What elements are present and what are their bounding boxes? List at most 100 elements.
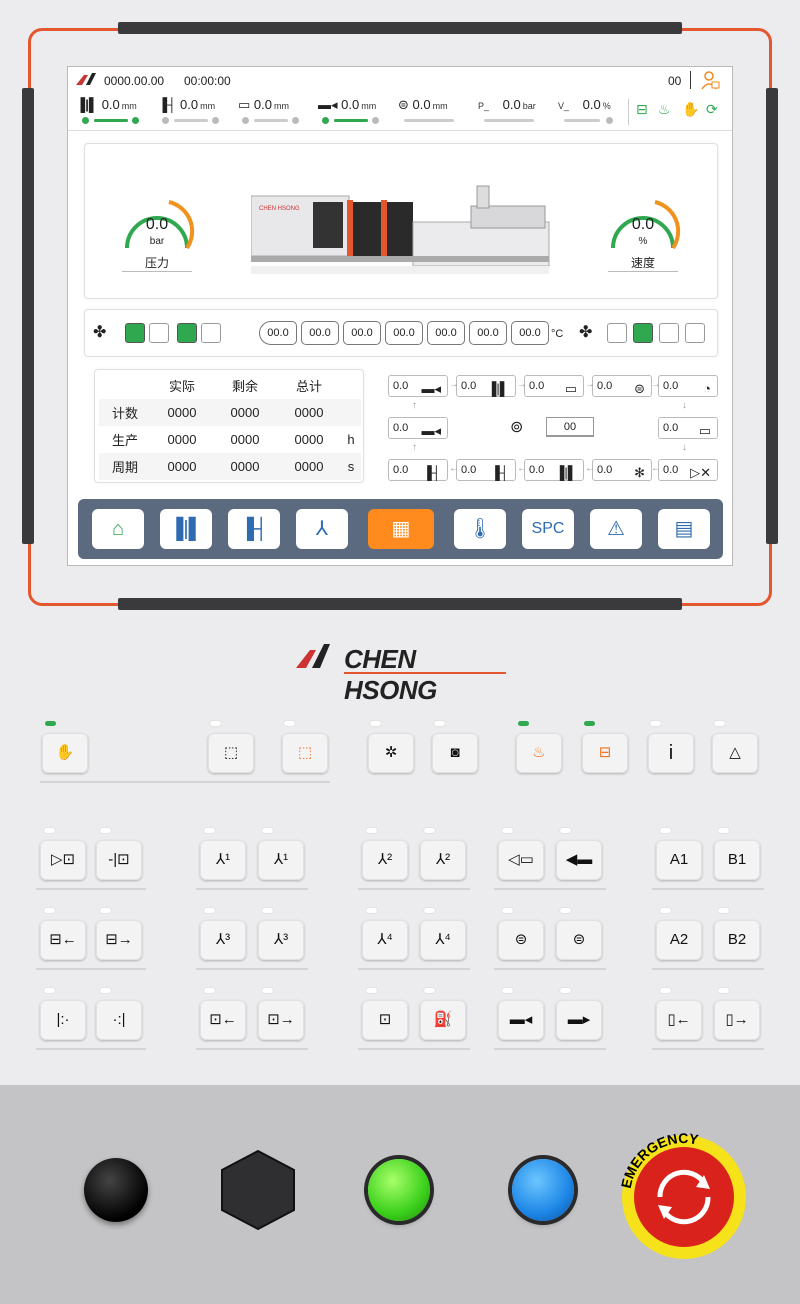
b1-key[interactable]: B1 [714,840,760,880]
ejector-fwd-key[interactable]: ⊡→ [258,1000,304,1040]
heater-zone-6[interactable]: 00.0 [511,321,549,345]
heater-status-icon: ♨ [658,101,671,117]
safety-door-close-key[interactable]: ▯← [656,1000,702,1040]
param-divider [628,99,629,125]
emergency-stop-button[interactable]: EMERGENCY [612,1133,762,1263]
heater-zone-nozzle[interactable]: 00.0 [259,321,297,345]
injection-icon: ◀▬ [565,851,593,868]
heater-led [518,721,529,726]
key-led [502,908,513,913]
core1-in-key[interactable]: ⅄¹ [200,840,246,880]
semi-auto-key[interactable]: ⬚ [208,733,254,773]
mold-close-icon: ▐|▌ [487,381,509,396]
core3-out-key[interactable]: ⅄³ [258,920,304,960]
arrow-down-icon: ↓ [682,400,687,411]
mold-open-key[interactable]: -|⊡ [96,840,142,880]
heater-toggle-2[interactable] [149,323,169,343]
heater-zone-3[interactable]: 00.0 [385,321,423,345]
core-pull-icon: ⅄² [435,851,451,868]
user-login-icon[interactable] [700,69,720,91]
nav-menu-button[interactable]: ▦ [368,509,434,549]
heater-toggle-1[interactable] [125,323,145,343]
suck-back-key[interactable]: ◁▭ [498,840,544,880]
heater-unit: °C [551,328,564,340]
cycle-step-injection: 0.0 ▬◂ [388,375,448,397]
nav-temperature-button[interactable]: 🌡 [454,509,506,549]
manual-mode-key[interactable]: ✋ [42,733,88,773]
nav-mold-button[interactable]: ▐|▌ [160,509,212,549]
core-pull-icon: ⅄¹ [215,851,231,868]
b2-key[interactable]: B2 [714,920,760,960]
injection-icon: ▬◂ [421,423,441,438]
core4-out-key[interactable]: ⅄⁴ [420,920,466,960]
mold-progress-bar [94,119,128,122]
pump-key[interactable]: ⊟ [582,733,628,773]
lubrication-key[interactable]: ⛽ [420,1000,466,1040]
mold-close-key[interactable]: ▷⊡ [40,840,86,880]
arrow-left-icon: ← [517,463,527,474]
purge-key[interactable]: ⊜ [556,920,602,960]
core-pull-icon: ⅄¹ [273,851,289,868]
heater-toggle-3[interactable] [177,323,197,343]
nav-core-pull-button[interactable]: ⅄ [296,509,348,549]
suck-back-icon: ◁▭ [508,851,534,868]
heater-zone-2[interactable]: 00.0 [343,321,381,345]
info-key[interactable]: i [648,733,694,773]
air-blow-2-key[interactable]: ·:| [96,1000,142,1040]
injection-key[interactable]: ◀▬ [556,840,602,880]
heater-toggle-6[interactable] [633,323,653,343]
key-led [366,988,377,993]
heater-zone-5[interactable]: 00.0 [469,321,507,345]
motor-icon: ✲ [384,744,398,761]
safety-door-open-key[interactable]: ▯→ [714,1000,760,1040]
nav-spc-button[interactable]: SPC [522,509,574,549]
air-blow-1-key[interactable]: |:· [40,1000,86,1040]
nozzle-fwd-key[interactable]: ▬◂ [498,1000,544,1040]
injection-fwd-indicator [372,117,379,124]
key-led [718,988,729,993]
key-led [100,908,111,913]
mold-height-fwd-key[interactable]: ⊟→ [96,920,142,960]
hex-push-button[interactable] [220,1149,296,1231]
charge-key[interactable]: ⊜ [498,920,544,960]
nav-monitor-button[interactable]: ▤ [658,509,710,549]
cycle-step-ejector-fwd: 0.0 ▐┤ [456,459,516,481]
screw-icon: ▭ [238,97,251,112]
core2-out-key[interactable]: ⅄² [420,840,466,880]
motor-key[interactable]: ✲ [368,733,414,773]
camera-key[interactable]: ◙ [432,733,478,773]
cycle-count-field[interactable]: 00 [546,417,594,437]
screw-back-indicator [242,117,249,124]
a2-key[interactable]: A2 [656,920,702,960]
speed-progress-bar [564,119,600,122]
alarm-reset-key[interactable]: △ [712,733,758,773]
heater-toggle-8[interactable] [685,323,705,343]
heater-key[interactable]: ♨ [516,733,562,773]
heater-toggle-4[interactable] [201,323,221,343]
injection-icon: ▬◂ [421,381,441,396]
core2-in-key[interactable]: ⅄² [362,840,408,880]
param-speed: V_ 0.0% [558,97,611,112]
green-start-button[interactable] [368,1159,430,1221]
black-push-button[interactable] [84,1158,148,1222]
heater-toggle-5[interactable] [607,323,627,343]
heater-zone-4[interactable]: 00.0 [427,321,465,345]
nav-home-button[interactable]: ⌂ [92,509,144,549]
heater-zone-1[interactable]: 00.0 [301,321,339,345]
key-shelf [196,888,308,890]
ejector-key[interactable]: ⊡ [362,1000,408,1040]
core1-out-key[interactable]: ⅄¹ [258,840,304,880]
blue-push-button[interactable] [512,1159,574,1221]
a1-key[interactable]: A1 [656,840,702,880]
full-auto-key[interactable]: ⬚ [282,733,328,773]
nav-alarm-button[interactable]: ⚠ [590,509,642,549]
key-led [100,988,111,993]
heater-toggle-7[interactable] [659,323,679,343]
core4-in-key[interactable]: ⅄⁴ [362,920,408,960]
key-led [660,988,671,993]
ejector-back-key[interactable]: ⊡← [200,1000,246,1040]
mold-height-back-key[interactable]: ⊟← [40,920,86,960]
core3-in-key[interactable]: ⅄³ [200,920,246,960]
nav-ejector-button[interactable]: ▐┤ [228,509,280,549]
nozzle-back-key[interactable]: ▬▸ [556,1000,602,1040]
